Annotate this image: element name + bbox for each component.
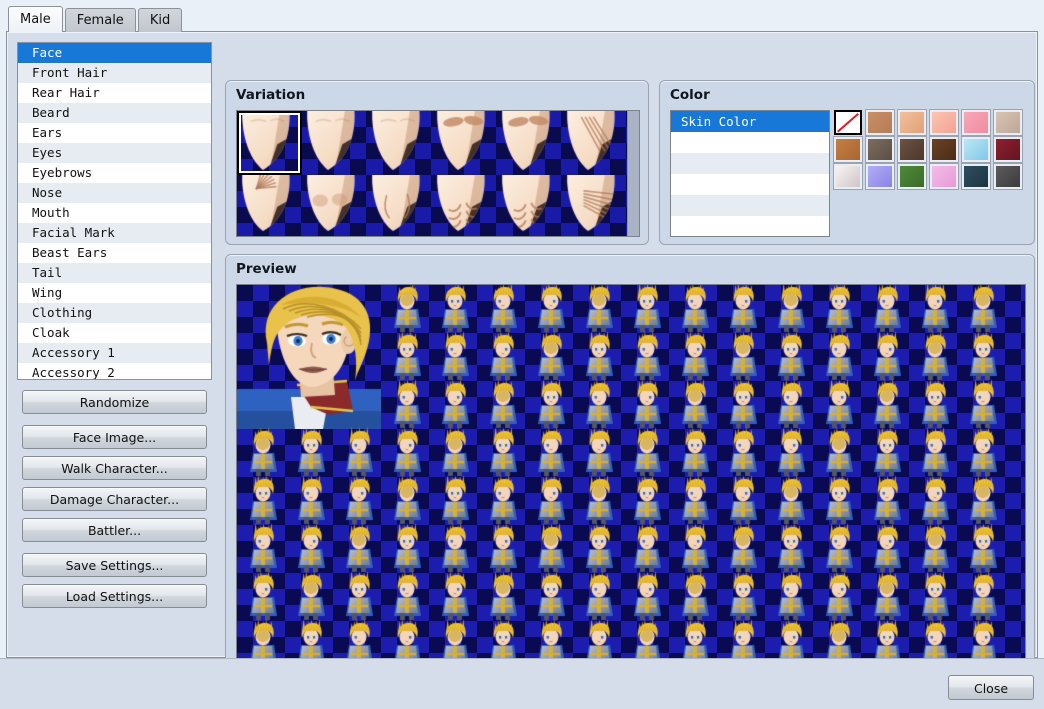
color-swatch-skin-teal[interactable] bbox=[962, 164, 990, 189]
parts-list-item-wing[interactable]: Wing bbox=[18, 283, 211, 303]
variation-grid-container bbox=[236, 110, 640, 237]
thumb-face-art bbox=[367, 111, 432, 175]
parts-list[interactable]: FaceFront HairRear HairBeardEarsEyesEyeb… bbox=[17, 42, 212, 380]
color-swatch-no-color[interactable] bbox=[834, 110, 862, 135]
variation-thumb-6[interactable] bbox=[562, 111, 627, 175]
parts-list-item-eyes[interactable]: Eyes bbox=[18, 143, 211, 163]
variation-thumb-3[interactable] bbox=[367, 111, 432, 175]
color-swatch-grid[interactable] bbox=[834, 110, 1024, 189]
color-swatch-skin-tan[interactable] bbox=[866, 110, 894, 135]
walk-sprite-sheet bbox=[237, 285, 1026, 678]
parts-list-item-beard[interactable]: Beard bbox=[18, 103, 211, 123]
close-button[interactable]: Close bbox=[948, 675, 1034, 700]
variation-thumb-9[interactable] bbox=[367, 175, 432, 236]
tab-bar: MaleFemaleKid bbox=[8, 6, 184, 32]
parts-list-item-eyebrows[interactable]: Eyebrows bbox=[18, 163, 211, 183]
parts-list-item-ears[interactable]: Ears bbox=[18, 123, 211, 143]
color-swatch-skin-dark-brown[interactable] bbox=[898, 137, 926, 162]
face-image-button[interactable]: Face Image... bbox=[22, 425, 207, 449]
variation-thumb-2[interactable] bbox=[302, 111, 367, 175]
left-column: FaceFront HairRear HairBeardEarsEyesEyeb… bbox=[17, 42, 212, 608]
color-swatch-skin-dark-red[interactable] bbox=[994, 137, 1022, 162]
color-swatch-skin-periwinkle[interactable] bbox=[866, 164, 894, 189]
color-swatch-skin-light-tan[interactable] bbox=[898, 110, 926, 135]
color-swatch-skin-grey-brown[interactable] bbox=[866, 137, 894, 162]
color-list-item-empty-5[interactable] bbox=[671, 216, 829, 237]
thumb-face-art bbox=[432, 111, 497, 175]
variation-thumb-8[interactable] bbox=[302, 175, 367, 236]
parts-list-item-face[interactable]: Face bbox=[18, 43, 211, 63]
variation-thumb-7[interactable] bbox=[237, 175, 302, 236]
variation-scrollbar[interactable] bbox=[627, 111, 639, 236]
randomize-button[interactable]: Randomize bbox=[22, 390, 207, 414]
thumb-face-art bbox=[497, 111, 562, 175]
tab-female[interactable]: Female bbox=[65, 8, 136, 32]
variation-thumb-1[interactable] bbox=[237, 111, 302, 175]
variation-thumb-12[interactable] bbox=[562, 175, 627, 236]
thumb-face-art bbox=[367, 175, 432, 236]
preview-title: Preview bbox=[236, 261, 297, 277]
color-list[interactable]: Skin Color bbox=[670, 110, 830, 237]
left-button-stack: Randomize Face Image... Walk Character..… bbox=[17, 390, 212, 608]
battler-button[interactable]: Battler... bbox=[22, 518, 207, 542]
no-color-slash-icon bbox=[836, 112, 860, 133]
color-swatch-skin-beige[interactable] bbox=[994, 110, 1022, 135]
tab-kid[interactable]: Kid bbox=[138, 8, 182, 32]
button-separator-2 bbox=[17, 542, 212, 553]
parts-list-item-rear-hair[interactable]: Rear Hair bbox=[18, 83, 211, 103]
thumb-face-art bbox=[562, 175, 627, 236]
variation-thumb-10[interactable] bbox=[432, 175, 497, 236]
color-swatch-skin-light-blue[interactable] bbox=[962, 137, 990, 162]
color-title: Color bbox=[670, 87, 710, 103]
parts-list-item-clothing[interactable]: Clothing bbox=[18, 303, 211, 323]
color-swatch-skin-copper[interactable] bbox=[834, 137, 862, 162]
main-panel: FaceFront HairRear HairBeardEarsEyesEyeb… bbox=[6, 31, 1038, 658]
parts-list-item-front-hair[interactable]: Front Hair bbox=[18, 63, 211, 83]
parts-list-item-cloak[interactable]: Cloak bbox=[18, 323, 211, 343]
color-swatch-skin-deep-brown[interactable] bbox=[930, 137, 958, 162]
variation-title: Variation bbox=[236, 87, 305, 103]
variation-thumb-4[interactable] bbox=[432, 111, 497, 175]
thumb-face-art bbox=[302, 111, 367, 175]
parts-list-item-accessory-1[interactable]: Accessory 1 bbox=[18, 343, 211, 363]
walk-character-button[interactable]: Walk Character... bbox=[22, 456, 207, 480]
preview-canvas[interactable] bbox=[236, 284, 1026, 678]
damage-character-button[interactable]: Damage Character... bbox=[22, 487, 207, 511]
button-separator-1 bbox=[17, 414, 212, 425]
color-list-item-skin-color[interactable]: Skin Color bbox=[671, 111, 829, 132]
parts-list-item-beast-ears[interactable]: Beast Ears bbox=[18, 243, 211, 263]
color-swatch-skin-green[interactable] bbox=[898, 164, 926, 189]
thumb-face-art bbox=[302, 175, 367, 236]
parts-list-item-mouth[interactable]: Mouth bbox=[18, 203, 211, 223]
color-swatch-skin-light-pink[interactable] bbox=[930, 164, 958, 189]
thumb-face-art bbox=[237, 175, 302, 236]
thumb-face-art bbox=[497, 175, 562, 236]
color-swatch-skin-charcoal[interactable] bbox=[994, 164, 1022, 189]
variation-group: Variation bbox=[225, 80, 649, 245]
parts-list-item-tail[interactable]: Tail bbox=[18, 263, 211, 283]
thumb-selection-frame bbox=[237, 111, 302, 175]
bottom-bar bbox=[0, 658, 1044, 709]
variation-thumb-5[interactable] bbox=[497, 111, 562, 175]
color-swatch-skin-pale-pink[interactable] bbox=[930, 110, 958, 135]
color-swatch-skin-pink[interactable] bbox=[962, 110, 990, 135]
tab-male[interactable]: Male bbox=[8, 6, 63, 32]
thumb-face-art bbox=[432, 175, 497, 236]
thumb-face-art bbox=[562, 111, 627, 175]
parts-list-item-accessory-2[interactable]: Accessory 2 bbox=[18, 363, 211, 380]
load-settings-button[interactable]: Load Settings... bbox=[22, 584, 207, 608]
color-list-item-empty-2[interactable] bbox=[671, 153, 829, 174]
parts-list-item-facial-mark[interactable]: Facial Mark bbox=[18, 223, 211, 243]
variation-grid[interactable] bbox=[237, 111, 627, 236]
color-swatch-skin-white[interactable] bbox=[834, 164, 862, 189]
color-list-item-empty-1[interactable] bbox=[671, 132, 829, 153]
color-group: Color Skin Color bbox=[659, 80, 1035, 245]
parts-list-item-nose[interactable]: Nose bbox=[18, 183, 211, 203]
variation-thumb-11[interactable] bbox=[497, 175, 562, 236]
preview-group: Preview bbox=[225, 254, 1035, 689]
color-list-item-empty-3[interactable] bbox=[671, 174, 829, 195]
save-settings-button[interactable]: Save Settings... bbox=[22, 553, 207, 577]
color-list-item-empty-4[interactable] bbox=[671, 195, 829, 216]
